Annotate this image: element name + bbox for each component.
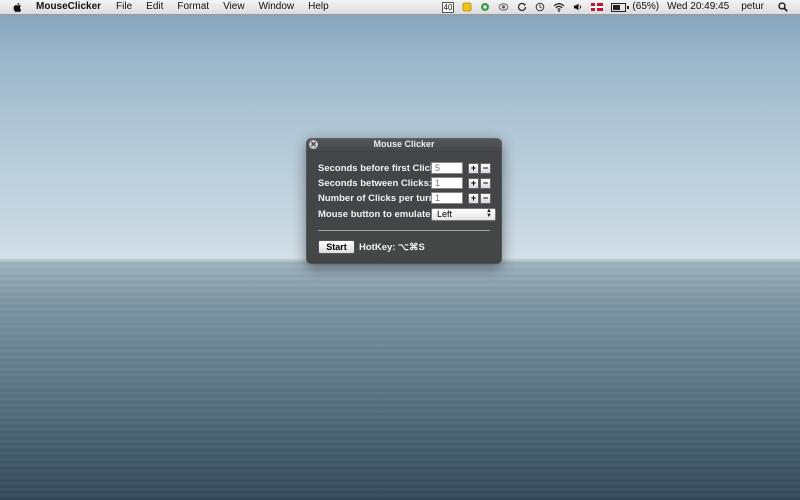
- clicks-per-turn-label: Number of Clicks per turn: [318, 192, 435, 204]
- minus-button[interactable]: −: [480, 162, 491, 174]
- volume-icon[interactable]: [569, 2, 587, 12]
- seconds-before-first-click-label: Seconds before first Click:: [318, 162, 439, 174]
- calendar-badge-icon[interactable]: 40: [438, 1, 459, 13]
- sea-background: [0, 260, 800, 500]
- row-clicks-per-turn: Number of Clicks per turn 1 + −: [318, 191, 492, 205]
- mouse-button-select[interactable]: Left ▲ ▼: [431, 207, 496, 221]
- menu-help[interactable]: Help: [301, 0, 336, 14]
- menu-bar: MouseClicker File Edit Format View Windo…: [0, 0, 800, 15]
- seconds-before-first-click-field[interactable]: 5: [431, 162, 463, 174]
- app-menu[interactable]: MouseClicker: [30, 0, 109, 14]
- seconds-between-clicks-label: Seconds between Clicks:: [318, 177, 433, 189]
- start-button[interactable]: Start: [318, 240, 355, 254]
- seconds-between-clicks-field[interactable]: 1: [431, 177, 463, 189]
- mouse-clicker-window: ✕ Mouse Clicker Seconds before first Cli…: [306, 138, 502, 264]
- eye-app-icon[interactable]: [494, 2, 513, 12]
- mouse-button-label: Mouse button to emulate:: [318, 208, 434, 220]
- plus-button[interactable]: +: [468, 192, 479, 204]
- close-icon[interactable]: ✕: [309, 140, 318, 149]
- row-mouse-button: Mouse button to emulate: Left ▲ ▼: [318, 207, 496, 221]
- window-title: Mouse Clicker: [373, 139, 435, 149]
- menu-window[interactable]: Window: [252, 0, 302, 14]
- input-source-flag-icon[interactable]: [587, 3, 607, 11]
- chevron-up-down-icon: ▲ ▼: [486, 207, 492, 220]
- hotkey-label: HotKey: ⌥⌘S: [359, 242, 425, 253]
- menu-edit[interactable]: Edit: [139, 0, 170, 14]
- minus-button[interactable]: −: [480, 177, 491, 189]
- user-name[interactable]: petur: [733, 0, 768, 14]
- row-seconds-between-clicks: Seconds between Clicks: 1 + −: [318, 176, 492, 190]
- clock[interactable]: Wed 20:49:45: [663, 0, 733, 14]
- clicks-per-turn-field[interactable]: 1: [431, 192, 463, 204]
- minus-button[interactable]: −: [480, 192, 491, 204]
- menu-file[interactable]: File: [109, 0, 139, 14]
- plus-button[interactable]: +: [468, 162, 479, 174]
- time-machine-icon[interactable]: [531, 2, 549, 12]
- wifi-icon[interactable]: [549, 2, 569, 12]
- divider: [318, 230, 490, 231]
- menu-format[interactable]: Format: [170, 0, 216, 14]
- battery-percentage: (65%): [632, 1, 660, 12]
- note-icon[interactable]: [458, 2, 476, 12]
- sync-app-icon[interactable]: [476, 2, 494, 12]
- spotlight-search-icon[interactable]: [768, 2, 792, 12]
- plus-button[interactable]: +: [468, 177, 479, 189]
- mouse-button-value: Left: [437, 208, 453, 219]
- apple-menu-icon[interactable]: [10, 0, 24, 14]
- menu-view[interactable]: View: [216, 0, 252, 14]
- row-seconds-before-first-click: Seconds before first Click: 5 + −: [318, 161, 492, 175]
- refresh-icon[interactable]: [513, 2, 531, 12]
- window-titlebar: ✕ Mouse Clicker: [306, 138, 502, 152]
- battery-icon[interactable]: (65%): [607, 0, 663, 14]
